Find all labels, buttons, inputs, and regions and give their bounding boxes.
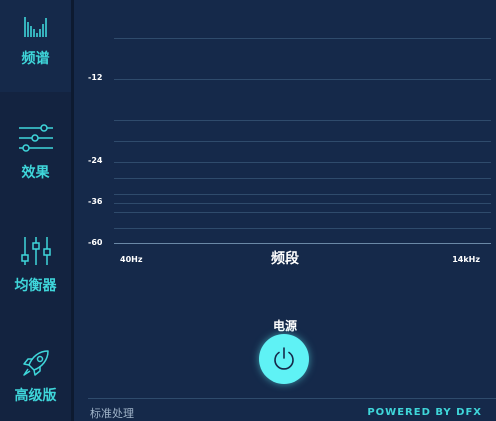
power-button[interactable] <box>259 334 309 384</box>
sidebar: 频谱 效果 均衡器 高级版 <box>0 0 71 421</box>
power-label: 电源 <box>272 319 297 333</box>
power-icon <box>274 347 294 370</box>
rocket-icon <box>0 348 71 378</box>
sliders-icon <box>0 124 71 154</box>
y-tick-label: -12 <box>88 73 103 82</box>
gridline <box>114 212 491 213</box>
sidebar-item-spectrum[interactable]: 频谱 <box>0 0 71 92</box>
y-tick-label: -24 <box>88 156 103 165</box>
status-text: 标准处理 <box>90 407 134 420</box>
gridline <box>114 194 491 195</box>
sidebar-item-label: 高级版 <box>14 388 57 404</box>
sidebar-item-effects[interactable]: 效果 <box>0 110 71 190</box>
sidebar-item-label: 均衡器 <box>14 278 57 294</box>
gridline <box>114 178 491 179</box>
x-axis-title: 频段 <box>271 251 299 267</box>
spectrum-icon <box>0 14 71 38</box>
gridline <box>114 203 491 204</box>
gridline <box>114 228 491 229</box>
spectrum-chart: -12 -24 -36 -60 40Hz 14kHz 频段 <box>74 0 496 300</box>
sidebar-item-advanced[interactable]: 高级版 <box>0 340 71 420</box>
x-axis-baseline <box>114 243 491 244</box>
equalizer-icon <box>0 235 71 267</box>
sidebar-item-label: 频谱 <box>21 51 50 67</box>
sidebar-item-label: 效果 <box>21 165 50 181</box>
gridline <box>114 120 491 121</box>
gridline <box>114 162 491 163</box>
gridline <box>114 79 491 80</box>
powered-by-text: POWERED BY DFX <box>367 407 482 418</box>
y-tick-label: -36 <box>88 197 103 206</box>
gridline <box>114 38 491 39</box>
footer-divider <box>88 398 496 399</box>
y-tick-label: -60 <box>88 238 103 247</box>
gridline <box>114 141 491 142</box>
sidebar-item-equalizer[interactable]: 均衡器 <box>0 225 71 300</box>
